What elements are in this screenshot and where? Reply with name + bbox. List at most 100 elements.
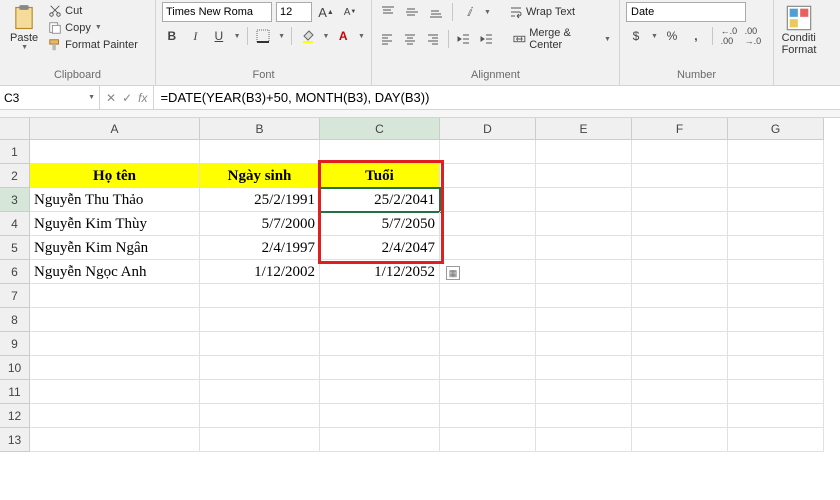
cell[interactable] bbox=[200, 428, 320, 452]
cell[interactable] bbox=[200, 332, 320, 356]
align-bottom-button[interactable] bbox=[426, 2, 446, 22]
align-left-button[interactable] bbox=[378, 29, 397, 49]
cell[interactable] bbox=[632, 308, 728, 332]
cell[interactable] bbox=[632, 188, 728, 212]
row-header-10[interactable]: 10 bbox=[0, 356, 30, 380]
cell[interactable] bbox=[440, 236, 536, 260]
cell[interactable] bbox=[320, 404, 440, 428]
font-color-button[interactable]: A bbox=[333, 26, 353, 46]
cell[interactable] bbox=[632, 332, 728, 356]
copy-button[interactable]: Copy▼ bbox=[46, 20, 140, 36]
cell[interactable] bbox=[536, 236, 632, 260]
row-header-5[interactable]: 5 bbox=[0, 236, 30, 260]
col-header-F[interactable]: F bbox=[632, 118, 728, 140]
align-top-button[interactable] bbox=[378, 2, 398, 22]
cell[interactable] bbox=[320, 308, 440, 332]
font-size-input[interactable] bbox=[276, 2, 312, 22]
bold-button[interactable]: B bbox=[162, 26, 182, 46]
cell[interactable] bbox=[200, 380, 320, 404]
cell[interactable] bbox=[440, 188, 536, 212]
number-format-select[interactable] bbox=[626, 2, 746, 22]
cut-button[interactable]: Cut bbox=[46, 3, 140, 19]
cell[interactable] bbox=[536, 140, 632, 164]
cell[interactable]: Nguyễn Kim Ngân bbox=[30, 236, 200, 260]
cell[interactable] bbox=[536, 260, 632, 284]
cell[interactable] bbox=[320, 356, 440, 380]
cell[interactable]: 1/12/2002 bbox=[200, 260, 320, 284]
increase-indent-button[interactable] bbox=[477, 29, 496, 49]
cell-C3[interactable]: 25/2/2041 bbox=[320, 188, 440, 212]
cell[interactable] bbox=[536, 356, 632, 380]
cell[interactable] bbox=[632, 140, 728, 164]
cell[interactable] bbox=[200, 140, 320, 164]
cell[interactable] bbox=[440, 380, 536, 404]
cell[interactable] bbox=[632, 380, 728, 404]
cell[interactable] bbox=[536, 332, 632, 356]
cell[interactable] bbox=[30, 404, 200, 428]
cell[interactable] bbox=[440, 140, 536, 164]
cell[interactable] bbox=[632, 404, 728, 428]
fx-button[interactable]: fx bbox=[138, 91, 147, 105]
cell[interactable] bbox=[30, 308, 200, 332]
cell[interactable]: 5/7/2050 bbox=[320, 212, 440, 236]
cell[interactable] bbox=[200, 284, 320, 308]
cell[interactable] bbox=[632, 356, 728, 380]
cell[interactable] bbox=[536, 188, 632, 212]
increase-font-button[interactable]: A▲ bbox=[316, 2, 336, 22]
cell[interactable] bbox=[30, 356, 200, 380]
row-header-3[interactable]: 3 bbox=[0, 188, 30, 212]
italic-button[interactable]: I bbox=[186, 26, 206, 46]
increase-decimal-button[interactable]: ←.0.00 bbox=[719, 26, 739, 46]
decrease-indent-button[interactable] bbox=[455, 29, 474, 49]
merge-center-button[interactable]: Merge & Center▼ bbox=[511, 26, 613, 52]
name-box[interactable]: C3 ▼ bbox=[0, 86, 100, 109]
format-painter-button[interactable]: Format Painter bbox=[46, 37, 140, 53]
currency-button[interactable]: $ bbox=[626, 26, 646, 46]
cancel-formula-button[interactable]: ✕ bbox=[106, 91, 116, 105]
cell[interactable] bbox=[728, 140, 824, 164]
cell[interactable] bbox=[728, 380, 824, 404]
underline-button[interactable]: U bbox=[209, 26, 229, 46]
cell-header-C[interactable]: Tuổi bbox=[320, 164, 440, 188]
cell[interactable] bbox=[440, 356, 536, 380]
cell[interactable] bbox=[440, 164, 536, 188]
comma-button[interactable]: , bbox=[686, 26, 706, 46]
conditional-formatting-button[interactable]: Conditi Format bbox=[780, 2, 818, 58]
percent-button[interactable]: % bbox=[662, 26, 682, 46]
cell[interactable] bbox=[440, 212, 536, 236]
cell[interactable] bbox=[728, 308, 824, 332]
cell[interactable] bbox=[632, 428, 728, 452]
cell[interactable] bbox=[30, 140, 200, 164]
row-header-1[interactable]: 1 bbox=[0, 140, 30, 164]
cell[interactable] bbox=[440, 284, 536, 308]
cell[interactable] bbox=[728, 164, 824, 188]
cell[interactable] bbox=[632, 212, 728, 236]
cell[interactable]: 25/2/1991 bbox=[200, 188, 320, 212]
borders-button[interactable] bbox=[254, 26, 274, 46]
wrap-text-button[interactable]: Wrap Text bbox=[507, 4, 577, 20]
cell[interactable] bbox=[728, 236, 824, 260]
cell-header-B[interactable]: Ngày sinh bbox=[200, 164, 320, 188]
cell[interactable] bbox=[728, 284, 824, 308]
cell[interactable] bbox=[728, 356, 824, 380]
cell[interactable] bbox=[536, 164, 632, 188]
cell[interactable] bbox=[632, 236, 728, 260]
col-header-C[interactable]: C bbox=[320, 118, 440, 140]
cell[interactable] bbox=[728, 332, 824, 356]
cell[interactable] bbox=[440, 308, 536, 332]
cell[interactable] bbox=[536, 380, 632, 404]
col-header-D[interactable]: D bbox=[440, 118, 536, 140]
row-header-11[interactable]: 11 bbox=[0, 380, 30, 404]
cell[interactable] bbox=[200, 404, 320, 428]
cell[interactable] bbox=[320, 428, 440, 452]
cell[interactable] bbox=[632, 284, 728, 308]
cell[interactable]: 5/7/2000 bbox=[200, 212, 320, 236]
cell[interactable]: Nguyễn Thu Thảo bbox=[30, 188, 200, 212]
row-header-8[interactable]: 8 bbox=[0, 308, 30, 332]
select-all-corner[interactable] bbox=[0, 118, 30, 140]
row-header-9[interactable]: 9 bbox=[0, 332, 30, 356]
cell[interactable]: 2/4/1997 bbox=[200, 236, 320, 260]
col-header-A[interactable]: A bbox=[30, 118, 200, 140]
cell[interactable] bbox=[728, 404, 824, 428]
cell[interactable]: 1/12/2052 bbox=[320, 260, 440, 284]
